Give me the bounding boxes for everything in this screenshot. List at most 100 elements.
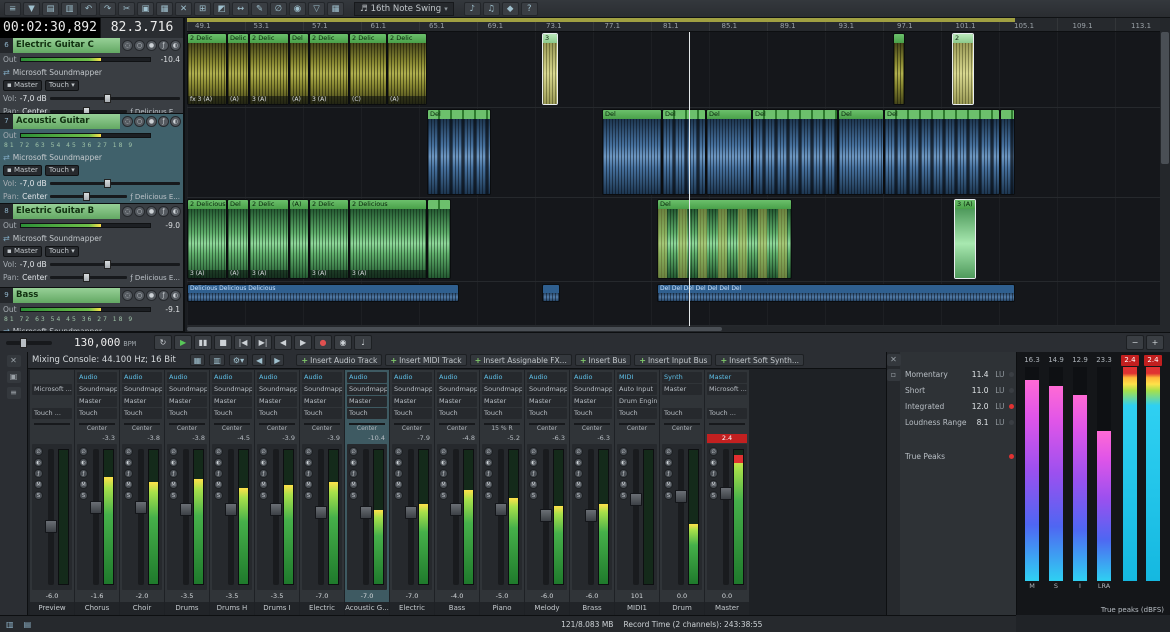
strip-solo-icon[interactable]: S xyxy=(34,491,43,500)
strip-output-device[interactable]: Soundmapper xyxy=(257,384,297,395)
audio-clip[interactable]: 2 Delic3 (A) xyxy=(249,33,289,105)
strip-pan[interactable]: Center xyxy=(257,420,297,434)
fader-handle[interactable] xyxy=(585,509,597,522)
strip-bus[interactable]: Master xyxy=(257,396,297,407)
audio-clip[interactable]: Del xyxy=(427,109,491,195)
zoom-tool-icon[interactable]: ◉ xyxy=(289,2,306,16)
strip-output-device[interactable]: Microsoft ... xyxy=(32,384,72,395)
audio-clip[interactable]: 2 Delicious3 (A) xyxy=(349,199,427,279)
strip-mute-icon[interactable]: M xyxy=(394,480,403,489)
bus-chip[interactable]: ▪ Master xyxy=(3,246,42,257)
strip-fx-icon[interactable]: ƒ xyxy=(394,469,403,478)
strip-pan[interactable]: Center xyxy=(572,420,612,434)
slider-handle[interactable] xyxy=(83,192,90,201)
strip-fx-icon[interactable]: ƒ xyxy=(664,469,673,478)
strip-bus[interactable]: Master xyxy=(527,396,567,407)
track-solo-icon[interactable]: ○ xyxy=(134,116,145,127)
track-name[interactable]: Bass xyxy=(13,288,120,303)
strip-mute-icon[interactable]: M xyxy=(79,480,88,489)
strip-solo-icon[interactable]: S xyxy=(124,491,133,500)
audio-clip[interactable]: Del Del Del Del Del Del Del xyxy=(657,284,1015,302)
strip-output-device[interactable]: Soundmapper xyxy=(482,384,522,395)
volume-slider[interactable] xyxy=(50,97,180,100)
strip-name[interactable]: Melody xyxy=(525,602,569,615)
strip-mute-icon[interactable]: M xyxy=(529,480,538,489)
undo-icon[interactable]: ↶ xyxy=(80,2,97,16)
bus-chip[interactable]: ▪ Master xyxy=(3,165,42,176)
open-project-icon[interactable]: ▤ xyxy=(42,2,59,16)
strip-automation-mode[interactable]: Touch xyxy=(662,408,702,419)
strip-name[interactable]: Brass xyxy=(570,602,614,615)
mixer-strip[interactable]: AudioSoundmapperMasterTouchCenter-6.3∅◐ƒ… xyxy=(525,370,569,615)
strip-pan[interactable] xyxy=(707,420,747,434)
views-icon[interactable]: ▦ xyxy=(327,2,344,16)
strip-phase-icon[interactable]: ∅ xyxy=(124,447,133,456)
volume-slider[interactable] xyxy=(50,263,180,266)
fader-handle[interactable] xyxy=(540,509,552,522)
strip-bus[interactable]: Master xyxy=(77,396,117,407)
insert-button-0[interactable]: +Insert Audio Track xyxy=(296,354,382,366)
pan-slider[interactable] xyxy=(50,110,127,113)
track-fx-name[interactable]: ƒ Delicious E... xyxy=(130,193,180,201)
slider-handle[interactable] xyxy=(83,273,90,282)
fader-handle[interactable] xyxy=(225,503,237,516)
strip-name[interactable]: Electric Gui... xyxy=(300,602,344,615)
strip-automation-mode[interactable]: Touch xyxy=(212,408,252,419)
zoom-in-icon[interactable]: + xyxy=(1146,335,1164,350)
fader-handle[interactable] xyxy=(675,490,687,503)
strip-interleave-icon[interactable]: ◐ xyxy=(394,458,403,467)
track-automation-icon[interactable]: ◐ xyxy=(170,206,181,217)
audio-clip[interactable]: 2 Delic(A) xyxy=(387,33,427,105)
vertical-scrollbar[interactable] xyxy=(1160,18,1170,332)
strip-input[interactable]: Audio xyxy=(437,372,477,383)
strip-pan[interactable]: Center xyxy=(527,420,567,434)
strip-input[interactable]: Audio xyxy=(77,372,117,383)
strip-fader[interactable] xyxy=(543,449,549,585)
fader-handle[interactable] xyxy=(180,503,192,516)
strip-solo-icon[interactable]: S xyxy=(574,491,583,500)
strip-automation-mode[interactable]: Touch xyxy=(77,408,117,419)
slider-handle[interactable] xyxy=(83,107,90,114)
strip-fx-icon[interactable]: ƒ xyxy=(439,469,448,478)
mixer-strip[interactable]: AudioSoundmapperMasterTouch15 % R-5.2∅◐ƒ… xyxy=(480,370,524,615)
strip-interleave-icon[interactable]: ◐ xyxy=(574,458,583,467)
track-solo-icon[interactable]: ○ xyxy=(134,206,145,217)
strip-interleave-icon[interactable]: ◐ xyxy=(79,458,88,467)
strip-pan[interactable]: Center xyxy=(212,420,252,434)
strip-fx-icon[interactable]: ƒ xyxy=(169,469,178,478)
track-name[interactable]: Acoustic Guitar xyxy=(13,114,120,129)
audio-clip[interactable]: 2 Delic(C) xyxy=(349,33,387,105)
strip-phase-icon[interactable]: ∅ xyxy=(259,447,268,456)
track-mute-icon[interactable]: ◌ xyxy=(122,206,133,217)
strip-fader[interactable] xyxy=(453,449,459,585)
strip-bus[interactable] xyxy=(32,396,72,407)
track-output-device[interactable]: Microsoft Soundmapper xyxy=(13,153,102,162)
wide-strips-icon[interactable]: ▦ xyxy=(190,354,206,366)
mixer-strip[interactable]: AudioSoundmapperMasterTouchCenter-3.8∅◐ƒ… xyxy=(165,370,209,615)
strip-fader[interactable] xyxy=(408,449,414,585)
mixer-strip[interactable]: AudioSoundmapperMasterTouchCenter-4.5∅◐ƒ… xyxy=(210,370,254,615)
audio-clip[interactable]: Del(A) xyxy=(227,199,249,279)
auto-punch-button[interactable]: ◉ xyxy=(334,335,352,350)
mixer-strip[interactable]: AudioSoundmapperMasterTouchCenter-3.3∅◐ƒ… xyxy=(75,370,119,615)
fader-handle[interactable] xyxy=(315,506,327,519)
strip-bus[interactable]: Drum Engine xyxy=(617,396,657,407)
strip-pan[interactable]: Center xyxy=(617,420,657,434)
audio-clip[interactable]: Delicious Delicious Delicious xyxy=(187,284,459,302)
scroll-right-icon[interactable]: ▶ xyxy=(270,354,284,366)
strip-output-device[interactable]: Soundmapper xyxy=(392,384,432,395)
strip-bus[interactable] xyxy=(707,396,747,407)
strip-pan[interactable]: Center xyxy=(167,420,207,434)
track-fx-icon[interactable]: ƒ xyxy=(158,206,169,217)
insert-button-1[interactable]: +Insert MIDI Track xyxy=(385,354,466,366)
strip-bus[interactable]: Master xyxy=(392,396,432,407)
track-solo-icon[interactable]: ○ xyxy=(134,290,145,301)
audio-clip[interactable]: 2 Delic3 (A) xyxy=(249,199,289,279)
track-name[interactable]: Electric Guitar B xyxy=(13,204,120,219)
bpm-display[interactable]: 130,000 BPM xyxy=(74,336,136,349)
strip-fader[interactable] xyxy=(363,449,369,585)
strip-interleave-icon[interactable]: ◐ xyxy=(304,458,313,467)
strip-mute-icon[interactable]: M xyxy=(34,480,43,489)
dock-icon[interactable]: ▣ xyxy=(7,371,21,383)
volume-slider[interactable] xyxy=(50,182,180,185)
